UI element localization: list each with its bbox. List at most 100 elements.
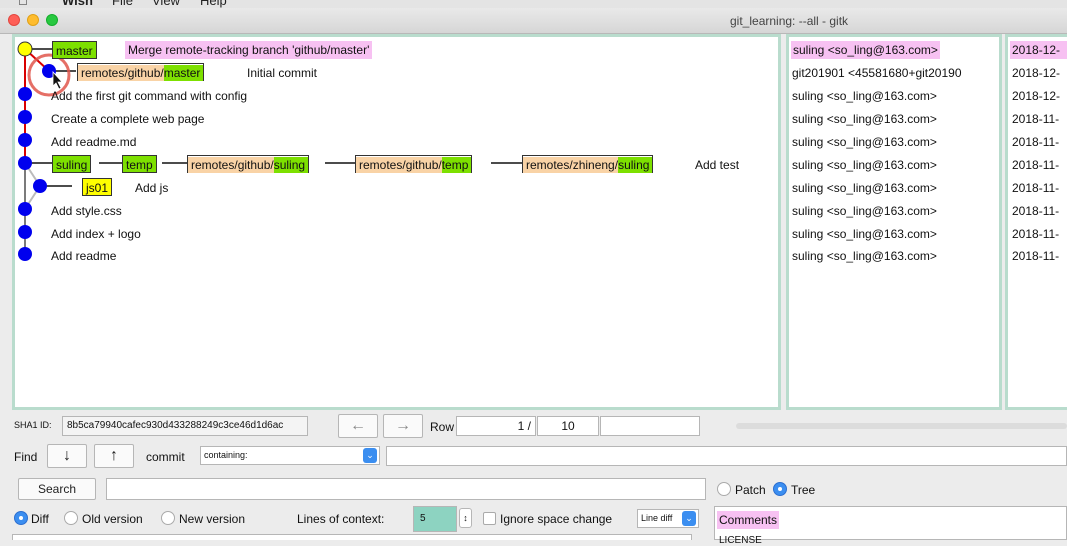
ignore-space-label: Ignore space change xyxy=(500,512,613,526)
find-prev-button[interactable]: ↑ xyxy=(94,444,134,468)
date-list-pane[interactable]: 2018-12- 2018-12- 2018-12- 2018-11- 2018… xyxy=(1005,34,1067,410)
patch-label: Patch xyxy=(735,483,766,497)
author-cell[interactable]: suling <so_ling@163.com> xyxy=(792,112,937,126)
row-label: Row xyxy=(430,420,455,434)
date-cell[interactable]: 2018-12- xyxy=(1010,41,1067,59)
patch-radio[interactable] xyxy=(717,482,731,496)
forward-button[interactable]: → xyxy=(383,414,423,438)
menu-file[interactable]: File xyxy=(112,0,133,8)
commit-node-selected xyxy=(17,41,33,57)
search-button[interactable]: Search xyxy=(18,478,96,500)
menu-bar:  Wish File View Help xyxy=(0,0,1067,8)
commit-message[interactable]: Add index + logo xyxy=(51,227,141,241)
commit-message[interactable]: Initial commit xyxy=(247,66,317,80)
commit-node xyxy=(18,247,32,261)
commit-node xyxy=(18,156,32,170)
menu-view[interactable]: View xyxy=(152,0,180,8)
date-cell[interactable]: 2018-11- xyxy=(1012,158,1059,172)
date-cell[interactable]: 2018-11- xyxy=(1012,204,1059,218)
old-version-radio[interactable] xyxy=(64,511,78,525)
commit-node xyxy=(18,202,32,216)
find-label: Find xyxy=(14,450,38,464)
date-cell[interactable]: 2018-11- xyxy=(1012,181,1059,195)
old-version-label: Old version xyxy=(82,512,143,526)
author-cell[interactable]: suling <so_ling@163.com> xyxy=(792,158,937,172)
date-cell[interactable]: 2018-11- xyxy=(1012,227,1059,241)
menu-app[interactable]: Wish xyxy=(62,0,93,8)
diff-radio[interactable] xyxy=(14,511,28,525)
date-cell[interactable]: 2018-11- xyxy=(1012,249,1059,263)
ref-tag-remotes-github-temp[interactable]: remotes/github/temp xyxy=(355,155,473,173)
author-cell[interactable]: suling <so_ling@163.com> xyxy=(792,135,937,149)
commit-node xyxy=(18,87,32,101)
find-next-button[interactable]: ↓ xyxy=(47,444,87,468)
comments-entry[interactable]: Comments xyxy=(717,511,780,529)
find-mode-select[interactable]: containing: ⌄ xyxy=(200,446,380,465)
new-version-label: New version xyxy=(179,512,246,526)
commit-message[interactable]: Add style.css xyxy=(51,204,122,218)
commit-node xyxy=(18,225,32,239)
tag-js01[interactable]: js01 xyxy=(82,178,113,196)
author-cell[interactable]: suling <so_ling@163.com> xyxy=(792,227,937,241)
commit-message[interactable]: Add readme xyxy=(51,249,116,263)
zoom-window-icon[interactable] xyxy=(46,14,58,26)
diff-mode-select[interactable]: Line diff ⌄ xyxy=(637,509,699,528)
author-cell[interactable]: git201901 <45581680+git20190 xyxy=(792,66,962,80)
date-cell[interactable]: 2018-11- xyxy=(1012,112,1059,126)
sha1-field[interactable]: 8b5ca79940cafec930d433288249c3ce46d1d6ac xyxy=(62,416,308,436)
author-cell[interactable]: suling <so_ling@163.com> xyxy=(792,89,937,103)
commit-node xyxy=(18,110,32,124)
license-entry[interactable]: LICENSE xyxy=(719,535,762,546)
commit-message[interactable]: Add test xyxy=(695,158,739,172)
search-input[interactable] xyxy=(106,478,706,500)
file-list-pane[interactable]: Comments LICENSE xyxy=(714,506,1067,546)
window-title: git_learning: --all - gitk xyxy=(730,14,849,28)
author-list-pane[interactable]: suling <so_ling@163.com> git201901 <4558… xyxy=(786,34,1002,410)
author-cell[interactable]: suling <so_ling@163.com> xyxy=(791,41,940,59)
author-cell[interactable]: suling <so_ling@163.com> xyxy=(792,249,937,263)
commit-message[interactable]: Add the first git command with config xyxy=(51,89,247,103)
lines-context-stepper[interactable]: ↕ xyxy=(459,508,472,528)
commit-list-pane[interactable]: master Merge remote-tracking branch 'git… xyxy=(12,34,781,410)
find-mode-value: containing: xyxy=(204,450,248,460)
minimize-window-icon[interactable] xyxy=(27,14,39,26)
ref-tag-suling[interactable]: suling xyxy=(52,155,92,173)
date-cell[interactable]: 2018-11- xyxy=(1012,135,1059,149)
commit-node xyxy=(18,133,32,147)
lines-context-input[interactable]: 5 xyxy=(413,506,457,532)
apple-menu-icon[interactable]:  xyxy=(18,0,28,8)
ref-tag-master[interactable]: master xyxy=(52,41,97,59)
ref-tag-remotes-github-master[interactable]: remotes/github/master xyxy=(77,63,205,81)
chevron-down-icon[interactable]: ⌄ xyxy=(363,448,377,463)
commit-message[interactable]: Add js xyxy=(135,181,168,195)
new-version-radio[interactable] xyxy=(161,511,175,525)
lines-context-label: Lines of context: xyxy=(297,512,385,526)
window-titlebar: git_learning: --all - gitk xyxy=(0,8,1067,34)
commit-node xyxy=(33,179,47,193)
find-input[interactable] xyxy=(386,446,1067,466)
tree-radio[interactable] xyxy=(773,482,787,496)
commit-message[interactable]: Create a complete web page xyxy=(51,112,204,126)
find-type-label: commit xyxy=(146,450,185,464)
ref-tag-temp[interactable]: temp xyxy=(122,155,157,173)
date-cell[interactable]: 2018-12- xyxy=(1012,89,1060,103)
back-button[interactable]: ← xyxy=(338,414,378,438)
commit-message[interactable]: Add readme.md xyxy=(51,135,136,149)
ignore-space-checkbox[interactable] xyxy=(483,512,496,525)
ref-tag-remotes-github-suling[interactable]: remotes/github/suling xyxy=(187,155,310,173)
author-cell[interactable]: suling <so_ling@163.com> xyxy=(792,204,937,218)
date-cell[interactable]: 2018-12- xyxy=(1012,66,1060,80)
ref-tag-remotes-zhineng-suling[interactable]: remotes/zhineng/suling xyxy=(522,155,654,173)
diff-text-pane[interactable] xyxy=(12,534,692,540)
progress-track xyxy=(736,423,1067,429)
author-cell[interactable]: suling <so_ling@163.com> xyxy=(792,181,937,195)
close-window-icon[interactable] xyxy=(8,14,20,26)
diff-label: Diff xyxy=(31,512,49,526)
mouse-pointer-icon xyxy=(52,70,63,90)
diff-mode-value: Line diff xyxy=(641,513,673,523)
progress-field xyxy=(600,416,700,436)
chevron-down-icon[interactable]: ⌄ xyxy=(682,511,696,526)
commit-message[interactable]: Merge remote-tracking branch 'github/mas… xyxy=(125,41,373,59)
sha1-label: SHA1 ID: xyxy=(14,420,52,430)
menu-help[interactable]: Help xyxy=(200,0,227,8)
